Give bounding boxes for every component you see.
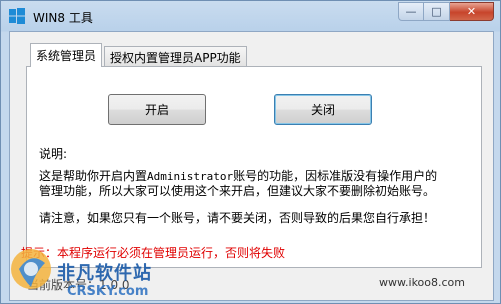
description-line-1-suffix: 账号的功能，因标准版没有操作用户的 <box>233 169 438 183</box>
caption-buttons: — □ ✕ <box>398 2 494 22</box>
watermark-url: CRSKY.com <box>67 284 149 299</box>
minimize-button[interactable]: — <box>398 2 424 21</box>
description-line-1: 这是帮助你开启内置Administrator账号的功能，因标准版没有操作用户的 <box>39 169 437 184</box>
disable-button-label: 关闭 <box>310 103 335 117</box>
app-window: WIN8 工具 — □ ✕ 系统管理员 授权内置管理员APP功能 开启 关闭 说… <box>0 0 501 304</box>
enable-button[interactable]: 开启 <box>108 94 206 125</box>
maximize-button[interactable]: □ <box>424 2 450 21</box>
website-link[interactable]: www.ikoo8.com <box>379 276 465 289</box>
minimize-icon: — <box>405 5 417 18</box>
tab-system-admin[interactable]: 系统管理员 <box>30 43 103 67</box>
windows-logo-icon <box>9 8 25 24</box>
enable-button-label: 开启 <box>144 103 169 117</box>
title-bar[interactable]: WIN8 工具 — □ ✕ <box>1 1 500 31</box>
watermark-text: 非凡软件站 <box>57 263 152 284</box>
tab-label: 授权内置管理员APP功能 <box>110 51 241 65</box>
description-line-1-code: Administrator <box>147 170 234 183</box>
notice-text: 请注意，如果您只有一个账号，请不要关闭，否则导致的后果您自行承担！ <box>39 211 436 225</box>
maximize-icon: □ <box>431 5 442 18</box>
window-title: WIN8 工具 <box>33 11 93 25</box>
description-line-2: 管理功能，所以大家可以使用这个来开启，但建议大家不要删除初始账号。 <box>39 184 436 198</box>
close-button[interactable]: ✕ <box>450 2 494 21</box>
description-line-1-prefix: 这是帮助你开启内置 <box>39 169 148 183</box>
tab-label: 系统管理员 <box>36 49 97 63</box>
disable-button[interactable]: 关闭 <box>274 94 372 125</box>
description-title: 说明: <box>39 147 68 161</box>
tab-authorize-app[interactable]: 授权内置管理员APP功能 <box>104 46 247 66</box>
close-icon: ✕ <box>466 5 477 18</box>
